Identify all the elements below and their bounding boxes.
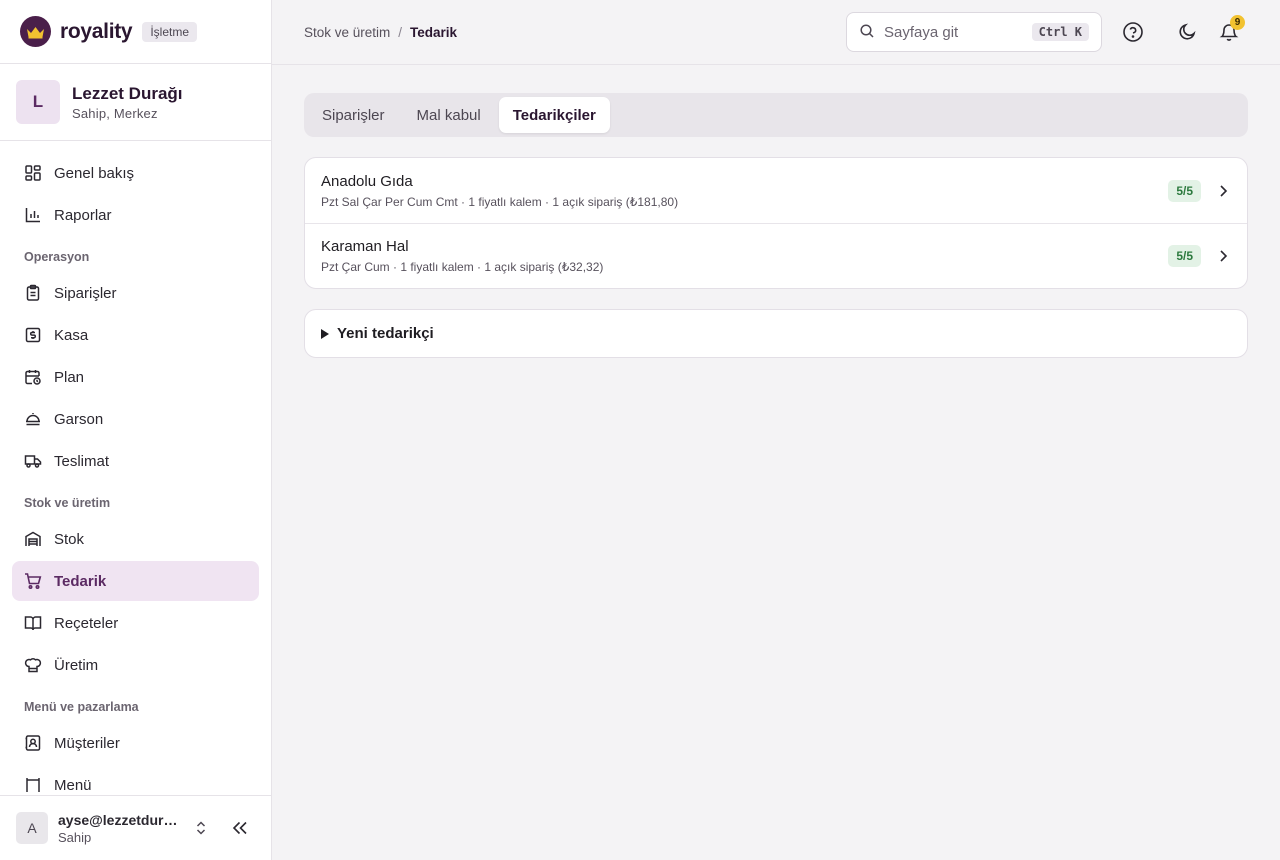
notification-badge: 9 [1230,15,1245,30]
sidebar-item-label: Garson [54,410,104,428]
bell-icon[interactable]: 9 [1217,15,1245,44]
chevron-right-icon [1215,183,1231,199]
moon-icon[interactable] [1175,20,1199,44]
sidebar-item-label: Siparişler [54,284,117,302]
warehouse-icon [24,530,42,548]
user-email: ayse@lezzetdurağı.com [58,811,184,828]
org-name: Lezzet Durağı [72,83,183,103]
breadcrumb-parent[interactable]: Stok ve üretim [304,25,390,40]
supplier-meta: Pzt Çar Cum · 1 fiyatlı kalem · 1 açık s… [321,260,604,274]
supplier-meta: Pzt Sal Çar Per Cum Cmt · 1 fiyatlı kale… [321,194,679,209]
collapse-sidebar-icon[interactable] [230,818,250,838]
chart-icon [24,206,42,224]
sidebar-item-production[interactable]: Üretim [12,645,259,685]
supplier-score-badge: 5/5 [1168,179,1201,202]
calendar-clock-icon [24,368,42,386]
sidebar-item-label: Kasa [54,326,89,344]
sidebar-item-label: Genel bakış [54,164,135,182]
nav-section-title: Operasyon [24,250,90,264]
org-switcher[interactable]: L Lezzet Durağı Sahip, Merkez [0,64,271,141]
disclosure-triangle-icon [321,328,329,339]
cart-icon [24,572,42,590]
dashboard-icon [24,164,42,182]
breadcrumb-current: Tedarik [410,24,458,40]
sidebar-item-label: Menü [54,776,92,794]
tab-goods-receipt[interactable]: Mal kabul [403,97,495,133]
sidebar: royality İşletme L Lezzet Durağı Sahip, … [0,0,272,860]
sidebar-item-delivery[interactable]: Teslimat [12,441,259,481]
topbar: Stok ve üretim / Tedarik Sayfaya git Ctr… [272,0,1280,65]
sidebar-item-cash[interactable]: Kasa [12,315,259,355]
sidebar-item-label: Plan [54,368,85,386]
sidebar-item-overview[interactable]: Genel bakış [12,153,259,193]
sidebar-item-recipes[interactable]: Reçeteler [12,603,259,643]
sidebar-item-customers[interactable]: Müşteriler [12,723,259,763]
brand-name[interactable]: royality [60,20,133,44]
search-icon [859,23,875,42]
breadcrumb-separator: / [398,24,403,40]
plan-badge: İşletme [142,21,197,42]
sidebar-item-procurement[interactable]: Tedarik [12,561,259,601]
chef-hat-icon [24,410,42,428]
sidebar-item-label: Müşteriler [54,734,120,752]
user-menu[interactable]: A ayse@lezzetdurağı.com Sahip [0,795,271,860]
sidebar-item-label: Raporlar [54,206,112,224]
chevron-right-icon [1215,248,1231,264]
sidebar-item-label: Üretim [54,656,99,674]
tab-orders[interactable]: Siparişler [308,97,399,133]
chevrons-up-down-icon[interactable] [192,819,210,837]
cash-icon [24,326,42,344]
supplier-score-badge: 5/5 [1168,245,1201,267]
chef-icon [24,656,42,674]
crown-logo-icon[interactable] [20,16,51,47]
sidebar-item-label: Tedarik [54,572,107,590]
org-avatar: L [16,80,60,124]
help-icon[interactable] [1121,20,1145,44]
sidebar-item-waiter[interactable]: Garson [12,399,259,439]
sidebar-item-label: Reçeteler [54,614,119,632]
nav-section-title: Menü ve pazarlama [24,700,139,714]
tab-suppliers[interactable]: Tedarikçiler [498,97,610,133]
user-avatar: A [16,812,48,844]
supplier-name: Anadolu Gıda [321,172,413,190]
supplier-row[interactable]: Karaman Hal Pzt Çar Cum · 1 fiyatlı kale… [305,223,1247,288]
brand-header: royality İşletme [0,0,271,64]
search-input[interactable]: Sayfaya git Ctrl K [846,12,1102,52]
nav-section-title: Stok ve üretim [24,496,111,510]
breadcrumb: Stok ve üretim / Tedarik [304,25,457,40]
keyboard-shortcut: Ctrl K [1031,23,1089,41]
new-supplier-label: Yeni tedarikçi [337,325,434,342]
sidebar-item-label: Stok [54,530,85,548]
user-role: Sahip [58,829,92,845]
sidebar-item-label: Teslimat [54,452,110,470]
contact-icon [24,734,42,752]
sidebar-item-orders[interactable]: Siparişler [12,273,259,313]
org-role: Sahip, Merkez [72,105,158,121]
sidebar-nav: Genel bakış Raporlar Operasyon Siparişle… [0,141,271,805]
search-placeholder: Sayfaya git [884,23,959,41]
clipboard-icon [24,284,42,302]
sidebar-item-reports[interactable]: Raporlar [12,195,259,235]
menu-icon [24,776,42,794]
truck-icon [24,452,42,470]
sidebar-item-stock[interactable]: Stok [12,519,259,559]
tab-bar: Siparişler Mal kabul Tedarikçiler [304,93,1248,137]
supplier-name: Karaman Hal [321,238,409,255]
supplier-list: Anadolu Gıda Pzt Sal Çar Per Cum Cmt · 1… [304,157,1248,289]
new-supplier-toggle[interactable]: Yeni tedarikçi [304,309,1248,358]
book-icon [24,614,42,632]
supplier-row[interactable]: Anadolu Gıda Pzt Sal Çar Per Cum Cmt · 1… [305,158,1247,223]
sidebar-item-plan[interactable]: Plan [12,357,259,397]
